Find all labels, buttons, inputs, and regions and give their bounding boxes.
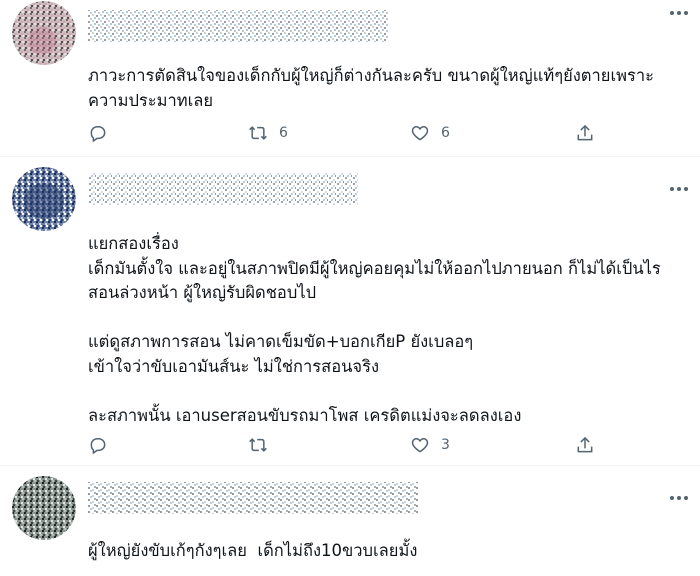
- tweet-1-share-button[interactable]: [575, 120, 595, 146]
- retweet-icon: [249, 438, 267, 452]
- tweet-2-avatar[interactable]: [12, 167, 76, 231]
- tweet-2-retweet-button[interactable]: [248, 432, 279, 458]
- share-icon: [577, 436, 593, 453]
- tweet-2-more-icon[interactable]: [668, 184, 690, 194]
- tweet-1-like-count: 6: [441, 125, 450, 141]
- tweet-1-avatar[interactable]: [12, 1, 76, 65]
- tweet-1-like-button[interactable]: 6: [410, 120, 450, 146]
- tweet-1-reply-button[interactable]: [88, 120, 119, 146]
- heart-icon: [411, 437, 429, 453]
- reply-icon: [90, 126, 106, 143]
- tweet-1-actions: 6 6: [88, 120, 700, 146]
- tweet-1-author-blurred[interactable]: [88, 8, 388, 44]
- reply-icon: [90, 438, 106, 455]
- tweet-1-text: ภาวะการตัดสินใจของเด็กกับผู้ใหญ่ก็ต่างกั…: [88, 66, 654, 110]
- tweet-2-like-count: 3: [441, 437, 450, 453]
- tweet-3-avatar[interactable]: [12, 476, 76, 540]
- tweet-2-like-button[interactable]: 3: [410, 432, 450, 458]
- tweet-1[interactable]: ภาวะการตัดสินใจของเด็กกับผู้ใหญ่ก็ต่างกั…: [0, 0, 700, 157]
- tweet-3-more-icon[interactable]: [668, 493, 690, 503]
- tweet-2-author-blurred[interactable]: [88, 171, 358, 207]
- share-icon: [577, 124, 593, 141]
- tweet-2-reply-button[interactable]: [88, 432, 119, 458]
- retweet-icon: [249, 126, 267, 140]
- tweet-1-more-icon[interactable]: [668, 8, 690, 18]
- tweet-2-actions: 3: [88, 432, 700, 458]
- tweet-2[interactable]: แยกสองเรื่อง เด็กมันตั้งใจ และอยู่ในสภาพ…: [0, 157, 700, 466]
- heart-icon: [411, 125, 429, 141]
- tweet-1-retweet-count: 6: [279, 125, 288, 141]
- tweet-3-author-blurred[interactable]: [88, 480, 418, 516]
- tweet-1-retweet-button[interactable]: 6: [248, 120, 288, 146]
- tweet-2-text: แยกสองเรื่อง เด็กมันตั้งใจ และอยู่ในสภาพ…: [88, 234, 661, 426]
- tweet-3[interactable]: ผู้ใหญ่ยังขับเก้ๆกังๆเลย เด็กไม่ถึง10ขวบ…: [0, 466, 700, 576]
- tweet-2-share-button[interactable]: [575, 432, 595, 458]
- tweet-3-text: ผู้ใหญ่ยังขับเก้ๆกังๆเลย เด็กไม่ถึง10ขวบ…: [88, 541, 418, 560]
